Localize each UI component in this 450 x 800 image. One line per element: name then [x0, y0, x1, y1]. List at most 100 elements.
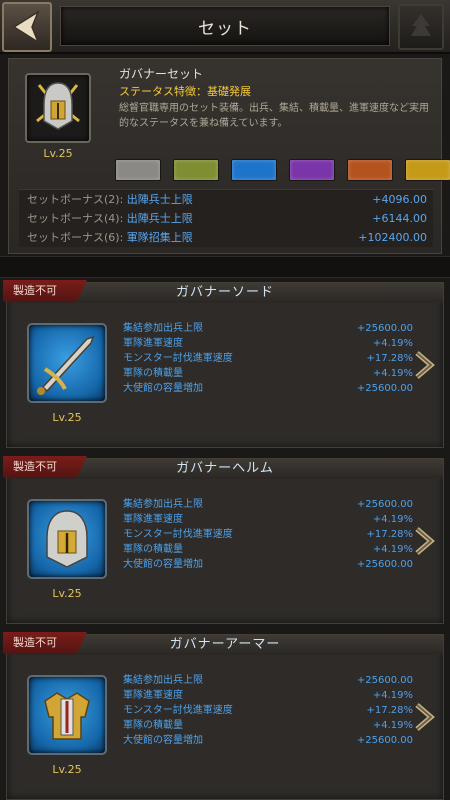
not-craftable-ribbon: 製造不可	[3, 456, 87, 478]
quality-swatches	[115, 159, 450, 181]
page-title: セット	[60, 6, 390, 46]
stat-row: 軍隊の積載量 +4.19%	[123, 718, 413, 733]
stat-value: +4.19%	[372, 338, 413, 349]
stat-value: +25600.00	[356, 383, 413, 394]
stat-value: +17.28%	[366, 353, 413, 364]
bonus-value: +6144.00	[372, 212, 427, 225]
stat-value: +17.28%	[366, 529, 413, 540]
bonus-stat: 軍隊招集上限	[126, 231, 193, 244]
stat-label: モンスター討伐進軍速度	[123, 705, 233, 716]
swatch-purple[interactable]	[289, 159, 335, 181]
chevron-right-icon[interactable]	[413, 525, 435, 557]
item-card-armor[interactable]: ガバナーアーマー 製造不可 Lv.25 集結参加出兵上限 +25600.00 軍隊…	[3, 632, 444, 800]
stat-row: 集結参加出兵上限 +25600.00	[123, 321, 413, 336]
helmet-icon	[46, 510, 88, 568]
chevron-right-icon[interactable]	[413, 701, 435, 733]
set-bonus-row: セットボーナス(6): 軍隊招集上限 +102400.00	[19, 228, 433, 247]
set-bonus-list: セットボーナス(2): 出陣兵士上限 +4096.00 セットボーナス(4): …	[19, 189, 433, 247]
not-craftable-ribbon: 製造不可	[3, 280, 87, 302]
stat-label: 軍隊の積載量	[123, 720, 183, 731]
stat-value: +25600.00	[356, 675, 413, 686]
stat-value: +4.19%	[372, 720, 413, 731]
set-trait: ステータス特徴：基礎発展	[119, 85, 251, 98]
item-level: Lv.25	[52, 411, 82, 424]
set-info-panel: Lv.25 ガバナーセット ステータス特徴：基礎発展 総督官職専用のセット装備。…	[8, 58, 450, 254]
bonus-label: セットボーナス(4):	[27, 212, 127, 225]
stat-label: 集結参加出兵上限	[123, 323, 203, 334]
stat-label: 軍隊進軍速度	[123, 514, 183, 525]
stat-value: +25600.00	[356, 559, 413, 570]
stat-row: モンスター討伐進軍速度 +17.28%	[123, 351, 413, 366]
set-bonus-row: セットボーナス(2): 出陣兵士上限 +4096.00	[19, 190, 433, 209]
set-icon	[25, 73, 91, 143]
bonus-label: セットボーナス(6):	[27, 231, 127, 244]
not-craftable-ribbon: 製造不可	[3, 632, 87, 654]
item-icon	[27, 675, 107, 755]
stat-label: 大使館の容量増加	[123, 383, 203, 394]
stat-label: 大使館の容量増加	[123, 559, 203, 570]
item-stats: 集結参加出兵上限 +25600.00 軍隊進軍速度 +4.19% モンスター討伐進軍…	[123, 673, 413, 748]
divider	[0, 256, 450, 278]
item-card-sword[interactable]: ガバナーソード 製造不可 Lv.25 集結参加出兵上限 +25600.00 軍隊進…	[3, 280, 444, 448]
stat-value: +4.19%	[372, 544, 413, 555]
stat-label: 軍隊進軍速度	[123, 690, 183, 701]
stat-row: モンスター討伐進軍速度 +17.28%	[123, 527, 413, 542]
stat-row: 集結参加出兵上限 +25600.00	[123, 673, 413, 688]
swatch-green[interactable]	[173, 159, 219, 181]
back-arrow-icon	[12, 10, 40, 44]
swatch-orange[interactable]	[347, 159, 393, 181]
stat-row: 軍隊の積載量 +4.19%	[123, 542, 413, 557]
stat-value: +25600.00	[356, 323, 413, 334]
stat-row: 大使館の容量増加 +25600.00	[123, 557, 413, 572]
stat-value: +25600.00	[356, 735, 413, 746]
stat-value: +4.19%	[372, 514, 413, 525]
stat-label: 軍隊の積載量	[123, 368, 183, 379]
item-level: Lv.25	[52, 763, 82, 776]
swatch-gray[interactable]	[115, 159, 161, 181]
item-card-helm[interactable]: ガバナーヘルム 製造不可 Lv.25 集結参加出兵上限 +25600.00 軍隊進…	[3, 456, 444, 624]
stat-label: モンスター討伐進軍速度	[123, 353, 233, 364]
swatch-blue[interactable]	[231, 159, 277, 181]
stat-value: +4.19%	[372, 690, 413, 701]
stat-row: 軍隊進軍速度 +4.19%	[123, 336, 413, 351]
tree-emblem-icon	[411, 14, 431, 36]
stat-row: 大使館の容量増加 +25600.00	[123, 733, 413, 748]
set-description: 総督官職専用のセット装備。出兵、集結、積載量、進軍速度など実用的なステータスを兼…	[119, 103, 429, 129]
set-level: Lv.25	[43, 147, 73, 160]
armor-icon	[44, 692, 90, 740]
top-bar: セット	[0, 0, 450, 54]
back-button[interactable]	[2, 2, 52, 52]
item-stats: 集結参加出兵上限 +25600.00 軍隊進軍速度 +4.19% モンスター討伐進軍…	[123, 321, 413, 396]
stat-row: 大使館の容量増加 +25600.00	[123, 381, 413, 396]
sword-icon	[37, 335, 95, 395]
stat-label: 軍隊進軍速度	[123, 338, 183, 349]
item-level: Lv.25	[52, 587, 82, 600]
stat-value: +17.28%	[366, 705, 413, 716]
stat-label: 大使館の容量増加	[123, 735, 203, 746]
swatch-gold[interactable]	[405, 159, 450, 181]
bonus-label: セットボーナス(2):	[27, 193, 127, 206]
bonus-stat: 出陣兵士上限	[126, 212, 193, 225]
stat-label: 集結参加出兵上限	[123, 675, 203, 686]
stat-value: +25600.00	[356, 499, 413, 510]
helmet-crest-icon	[36, 82, 80, 130]
bonus-value: +4096.00	[372, 193, 427, 206]
stat-row: モンスター討伐進軍速度 +17.28%	[123, 703, 413, 718]
set-bonus-row: セットボーナス(4): 出陣兵士上限 +6144.00	[19, 209, 433, 228]
item-stats: 集結参加出兵上限 +25600.00 軍隊進軍速度 +4.19% モンスター討伐進軍…	[123, 497, 413, 572]
stat-row: 軍隊進軍速度 +4.19%	[123, 512, 413, 527]
stat-label: 集結参加出兵上限	[123, 499, 203, 510]
item-icon	[27, 499, 107, 579]
right-menu-button[interactable]	[398, 4, 444, 50]
item-icon	[27, 323, 107, 403]
stat-row: 軍隊進軍速度 +4.19%	[123, 688, 413, 703]
stat-value: +4.19%	[372, 368, 413, 379]
bonus-stat: 出陣兵士上限	[126, 193, 193, 206]
set-name: ガバナーセット	[119, 67, 204, 81]
stat-label: モンスター討伐進軍速度	[123, 529, 233, 540]
stat-row: 軍隊の積載量 +4.19%	[123, 366, 413, 381]
bonus-value: +102400.00	[358, 231, 427, 244]
chevron-right-icon[interactable]	[413, 349, 435, 381]
stat-row: 集結参加出兵上限 +25600.00	[123, 497, 413, 512]
stat-label: 軍隊の積載量	[123, 544, 183, 555]
